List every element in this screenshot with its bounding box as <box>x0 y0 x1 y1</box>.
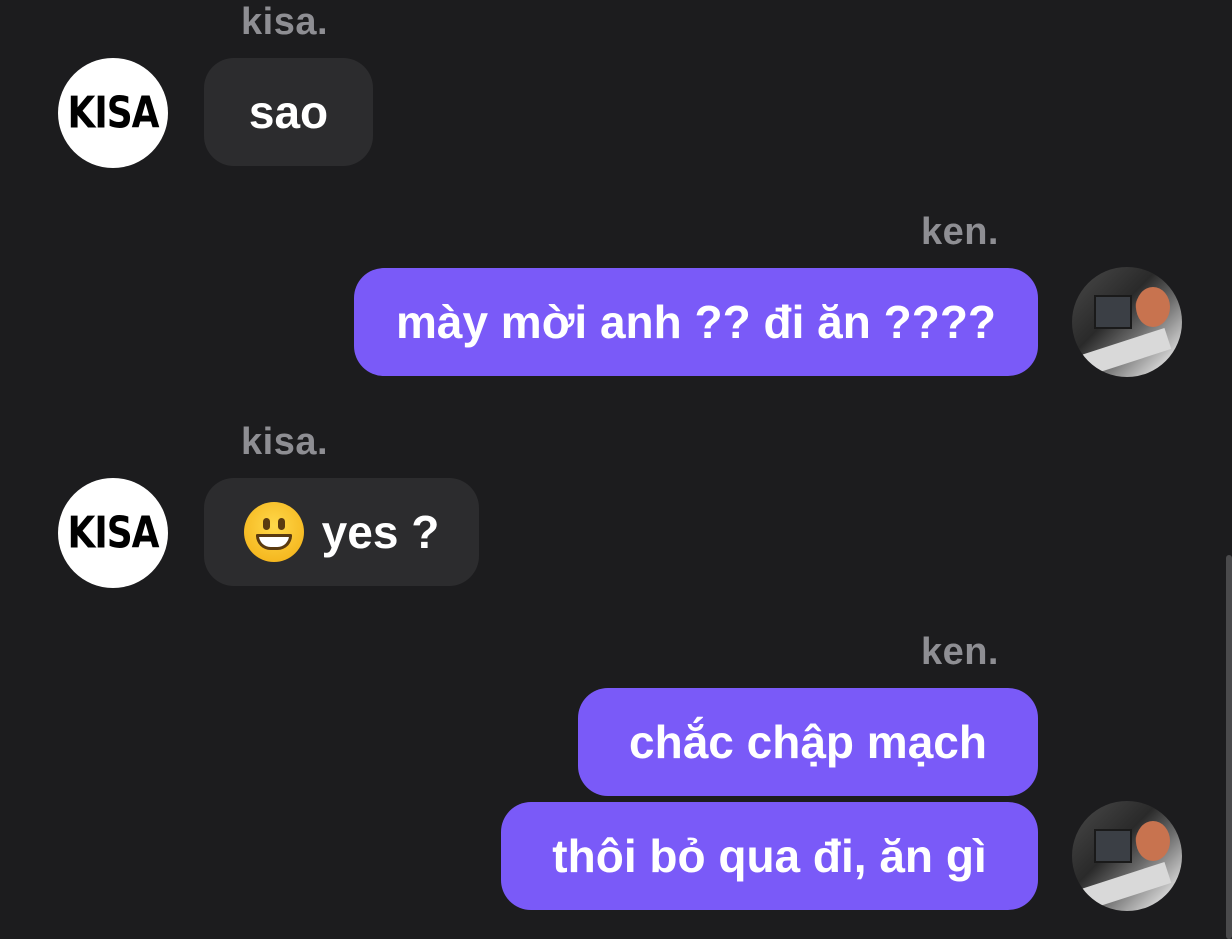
avatar-photo-detail <box>1094 829 1132 863</box>
sender-name-kisa: kisa. <box>241 1 329 43</box>
sender-name-ken: ken. <box>920 211 999 253</box>
avatar-photo-detail <box>1136 287 1170 327</box>
message-bubble-outgoing[interactable]: thôi bỏ qua đi, ăn gì <box>501 802 1038 910</box>
avatar-photo-detail <box>1080 327 1172 377</box>
message-text: yes ? <box>321 506 440 558</box>
chat-thread[interactable]: kisa. KISA sao ken. mày mời anh ?? đi ăn… <box>0 0 1232 939</box>
sender-name-ken: ken. <box>920 631 999 673</box>
message-text: mày mời anh ?? đi ăn ???? <box>395 296 997 348</box>
message-bubble-outgoing[interactable]: mày mời anh ?? đi ăn ???? <box>354 268 1038 376</box>
message-text: thôi bỏ qua đi, ăn gì <box>552 830 987 882</box>
kisa-logo: KISA <box>67 88 159 138</box>
message-text: chắc chập mạch <box>629 716 987 768</box>
avatar-ken[interactable] <box>1072 801 1182 911</box>
avatar-ken[interactable] <box>1072 267 1182 377</box>
message-bubble-incoming[interactable]: sao <box>204 58 373 166</box>
avatar-photo-detail <box>1136 821 1170 861</box>
grinning-face-emoji-icon <box>243 502 304 562</box>
message-text: sao <box>248 86 329 138</box>
avatar-kisa[interactable]: KISA <box>58 478 168 588</box>
avatar-kisa[interactable]: KISA <box>58 58 168 168</box>
kisa-logo: KISA <box>67 508 159 558</box>
message-bubble-outgoing[interactable]: chắc chập mạch <box>578 688 1038 796</box>
avatar-photo-detail <box>1080 861 1172 911</box>
sender-name-kisa: kisa. <box>241 421 329 463</box>
scrollbar[interactable] <box>1226 555 1232 939</box>
message-bubble-incoming[interactable]: yes ? <box>204 478 479 586</box>
avatar-photo-detail <box>1094 295 1132 329</box>
